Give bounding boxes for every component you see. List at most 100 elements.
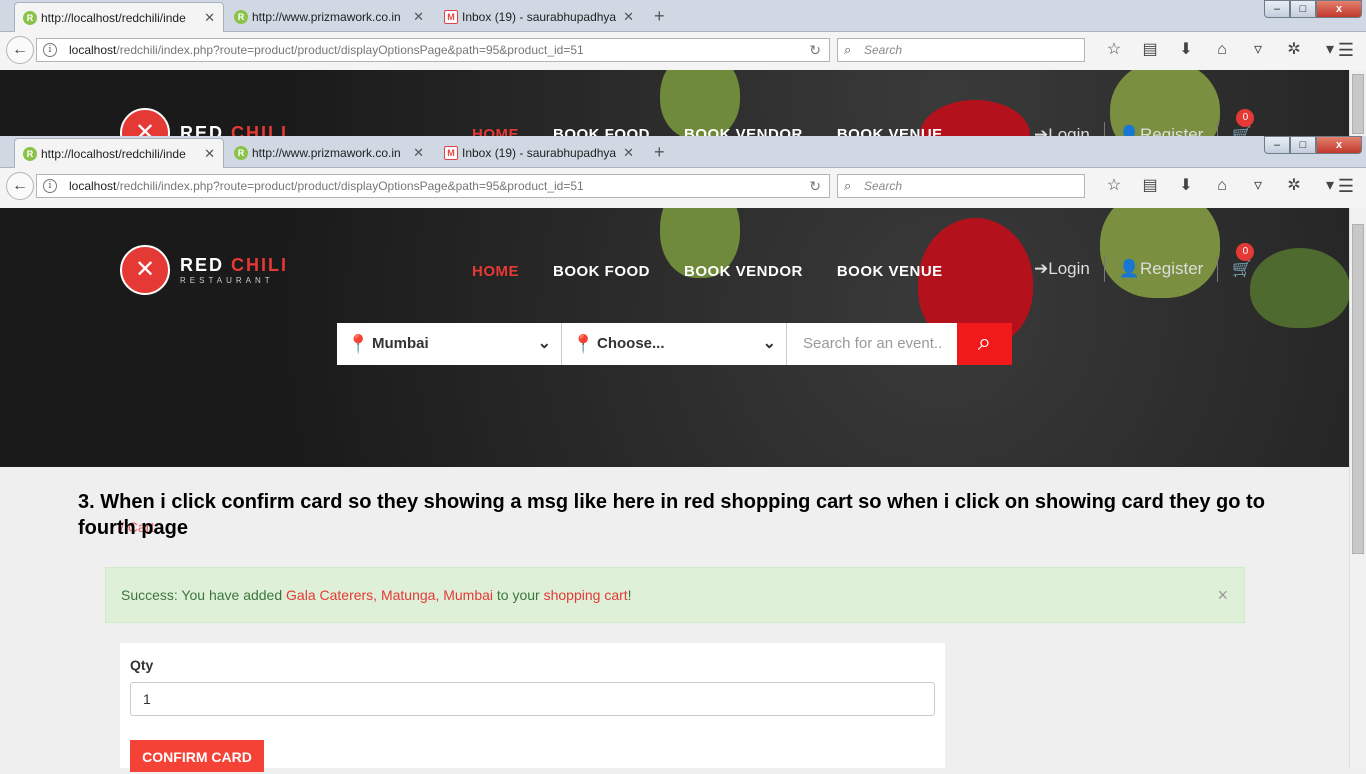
close-tab-icon[interactable]: ✕ bbox=[413, 9, 424, 25]
site-logo[interactable]: ✕ RED CHILI bbox=[120, 108, 288, 136]
scrollbar-thumb[interactable] bbox=[1352, 74, 1364, 134]
gmail-icon: M bbox=[444, 146, 458, 160]
browser-search-input[interactable]: ⌕ Search bbox=[837, 174, 1085, 198]
reading-list-icon[interactable]: ▤ bbox=[1132, 176, 1168, 196]
confirm-card-button[interactable]: CONFIRM CARD bbox=[130, 740, 264, 772]
main-menu: HOME BOOK FOOD BOOK VENDOR BOOK VENUE bbox=[472, 263, 943, 280]
city-select[interactable]: 📍 Mumbai ⌄ bbox=[337, 323, 562, 365]
maximize-button[interactable]: □ bbox=[1290, 136, 1316, 154]
search-icon: ⌕ bbox=[844, 42, 852, 57]
scrollbar-thumb[interactable] bbox=[1352, 224, 1364, 554]
divider bbox=[1103, 122, 1105, 136]
extension-icon[interactable]: ✲ bbox=[1276, 40, 1312, 60]
register-link[interactable]: 👤Register bbox=[1119, 259, 1203, 279]
info-icon[interactable]: i bbox=[43, 179, 57, 193]
bookmark-star-icon[interactable]: ☆ bbox=[1096, 176, 1132, 196]
url-host: localhost bbox=[69, 179, 117, 193]
auth-links: ➔Login 👤Register 🛒 0 bbox=[1034, 243, 1255, 282]
alert-product-link[interactable]: Gala Caterers, Matunga, Mumbai bbox=[286, 587, 493, 603]
divider bbox=[1103, 256, 1105, 282]
strawberry-image bbox=[1100, 208, 1220, 298]
annotation-text: 3. When i click confirm card so they sho… bbox=[78, 491, 1265, 539]
pocket-icon[interactable]: ▿ bbox=[1240, 176, 1276, 196]
maximize-button[interactable]: □ bbox=[1290, 0, 1316, 18]
browser-search-input[interactable]: ⌕ Search bbox=[837, 38, 1085, 62]
shopping-cart-link[interactable]: shopping cart bbox=[544, 587, 628, 603]
nav-toolbar: ← i localhost/redchili/index.php?route=p… bbox=[0, 168, 1366, 204]
close-window-button[interactable]: x bbox=[1316, 136, 1362, 154]
event-search-bar: 📍 Mumbai ⌄ 📍 Choose... ⌄ Search for an e… bbox=[337, 323, 1012, 365]
close-window-button[interactable]: x bbox=[1316, 0, 1362, 18]
tab-prizmawork[interactable]: R http://www.prizmawork.co.in ✕ bbox=[226, 138, 432, 168]
menu-book-vendor[interactable]: BOOK VENDOR bbox=[684, 126, 803, 136]
close-tab-icon[interactable]: ✕ bbox=[623, 145, 634, 161]
download-icon[interactable]: ⬇ bbox=[1168, 176, 1204, 196]
home-icon[interactable]: ⌂ bbox=[1204, 176, 1240, 196]
minimize-button[interactable]: – bbox=[1264, 0, 1290, 18]
back-button[interactable]: ← bbox=[6, 36, 34, 64]
divider bbox=[1217, 122, 1219, 136]
reading-list-icon[interactable]: ▤ bbox=[1132, 40, 1168, 60]
menu-home[interactable]: HOME bbox=[472, 126, 519, 136]
menu-icon[interactable]: ☰ bbox=[1338, 40, 1354, 61]
extension-icon[interactable]: ✲ bbox=[1276, 176, 1312, 196]
logo-word2: CHILI bbox=[231, 255, 289, 275]
tab-gmail[interactable]: M Inbox (19) - saurabhupadhya ✕ bbox=[436, 138, 642, 168]
close-tab-icon[interactable]: ✕ bbox=[204, 146, 215, 162]
close-tab-icon[interactable]: ✕ bbox=[204, 10, 215, 26]
tab-title: http://localhost/redchili/inde bbox=[41, 146, 186, 161]
tab-localhost[interactable]: R http://localhost/redchili/inde ✕ bbox=[14, 2, 224, 32]
site-logo[interactable]: ✕ RED CHILI RESTAURANT bbox=[120, 245, 288, 295]
new-tab-button[interactable]: + bbox=[654, 142, 665, 163]
close-tab-icon[interactable]: ✕ bbox=[413, 145, 424, 161]
menu-book-venue[interactable]: BOOK VENUE bbox=[837, 263, 943, 280]
tab-title: Inbox (19) - saurabhupadhya bbox=[462, 146, 617, 160]
cart-button[interactable]: 🛒 0 bbox=[1232, 243, 1255, 279]
scrollbar[interactable] bbox=[1349, 208, 1366, 768]
reload-icon[interactable]: ↻ bbox=[809, 175, 821, 197]
search-icon: ⌕ bbox=[977, 329, 992, 356]
site-favicon-icon: R bbox=[234, 10, 248, 24]
tab-gmail[interactable]: M Inbox (19) - saurabhupadhya ✕ bbox=[436, 2, 642, 32]
menu-home[interactable]: HOME bbox=[472, 263, 519, 280]
tab-title: http://localhost/redchili/inde bbox=[41, 10, 186, 25]
menu-book-venue[interactable]: BOOK VENUE bbox=[837, 126, 943, 136]
minimize-button[interactable]: – bbox=[1264, 136, 1290, 154]
download-icon[interactable]: ⬇ bbox=[1168, 40, 1204, 60]
window-controls: – □ x bbox=[1264, 0, 1362, 18]
bookmark-star-icon[interactable]: ☆ bbox=[1096, 40, 1132, 60]
url-bar[interactable]: i localhost/redchili/index.php?route=pro… bbox=[36, 38, 830, 62]
menu-book-food[interactable]: BOOK FOOD bbox=[553, 263, 650, 280]
pocket-icon[interactable]: ▿ bbox=[1240, 40, 1276, 60]
nav-toolbar: ← i localhost/redchili/index.php?route=p… bbox=[0, 32, 1366, 68]
cart-button[interactable]: 🛒 0 bbox=[1232, 109, 1255, 136]
logo-word1: RED bbox=[180, 255, 225, 275]
login-link[interactable]: ➔Login bbox=[1034, 259, 1090, 279]
login-link[interactable]: ➔Login bbox=[1034, 125, 1090, 136]
info-icon[interactable]: i bbox=[43, 43, 57, 57]
reload-icon[interactable]: ↻ bbox=[809, 39, 821, 61]
register-link[interactable]: 👤Register bbox=[1119, 125, 1203, 136]
gmail-icon: M bbox=[444, 10, 458, 24]
home-icon[interactable]: ⌂ bbox=[1204, 40, 1240, 60]
new-tab-button[interactable]: + bbox=[654, 6, 665, 27]
qty-input[interactable]: 1 bbox=[130, 682, 935, 716]
menu-book-vendor[interactable]: BOOK VENDOR bbox=[684, 263, 803, 280]
tab-prizmawork[interactable]: R http://www.prizmawork.co.in ✕ bbox=[226, 2, 432, 32]
alert-suffix: ! bbox=[627, 587, 632, 603]
cart-count-badge: 0 bbox=[1236, 243, 1255, 261]
close-tab-icon[interactable]: ✕ bbox=[623, 9, 634, 25]
back-button[interactable]: ← bbox=[6, 172, 34, 200]
site-favicon-icon: R bbox=[23, 11, 37, 25]
event-search-input[interactable]: Search for an event.. bbox=[787, 323, 957, 365]
category-select[interactable]: 📍 Choose... ⌄ bbox=[562, 323, 787, 365]
menu-book-food[interactable]: BOOK FOOD bbox=[553, 126, 650, 136]
tab-title: http://www.prizmawork.co.in bbox=[252, 146, 401, 160]
close-alert-button[interactable]: × bbox=[1217, 568, 1228, 622]
search-icon: ⌕ bbox=[844, 178, 852, 193]
tab-localhost[interactable]: R http://localhost/redchili/inde ✕ bbox=[14, 138, 224, 168]
url-bar[interactable]: i localhost/redchili/index.php?route=pro… bbox=[36, 174, 830, 198]
search-button[interactable]: ⌕ bbox=[957, 323, 1012, 365]
scrollbar[interactable] bbox=[1349, 70, 1366, 136]
menu-icon[interactable]: ☰ bbox=[1338, 176, 1354, 197]
